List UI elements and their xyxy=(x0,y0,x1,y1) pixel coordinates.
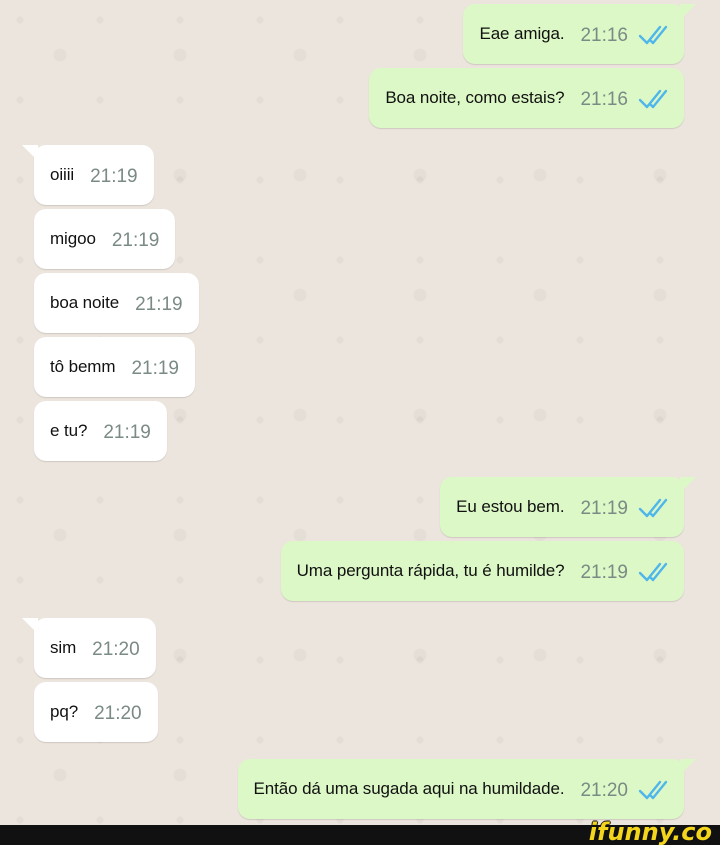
double-check-read-icon xyxy=(638,25,668,45)
message-time: 21:20 xyxy=(94,703,142,724)
message-outgoing[interactable]: Eu estou bem. 21:19 xyxy=(440,477,696,537)
message-time: 21:19 xyxy=(580,562,628,583)
message-incoming[interactable]: e tu? 21:19 xyxy=(34,401,167,461)
bubble-tail xyxy=(680,4,696,20)
message-incoming[interactable]: boa noite 21:19 xyxy=(34,273,199,333)
chat-background: Eae amiga. 21:16 Boa noite, como estais?… xyxy=(0,0,720,825)
bubble-tail xyxy=(22,618,38,634)
message-text: Então dá uma sugada aqui na humildade. xyxy=(253,779,565,798)
message-text: Boa noite, como estais? xyxy=(385,88,565,107)
message-time: 21:19 xyxy=(90,166,138,187)
message-incoming[interactable]: migoo 21:19 xyxy=(34,209,176,269)
message-outgoing[interactable]: Boa noite, como estais? 21:16 xyxy=(369,68,684,128)
message-text: Eae amiga. xyxy=(479,24,565,43)
message-text: boa noite xyxy=(50,293,120,312)
message-text: Uma pergunta rápida, tu é humilde? xyxy=(296,561,565,580)
double-check-read-icon xyxy=(638,780,668,800)
message-incoming[interactable]: oiiii 21:19 xyxy=(22,145,154,205)
bubble-tail xyxy=(22,145,38,161)
message-incoming[interactable]: pq? 21:20 xyxy=(34,682,158,742)
message-text: e tu? xyxy=(50,421,88,440)
message-time: 21:19 xyxy=(135,294,183,315)
bubble-tail xyxy=(680,759,696,775)
message-text: oiiii xyxy=(50,165,75,184)
message-time: 21:19 xyxy=(103,422,151,443)
message-time: 21:19 xyxy=(111,230,160,251)
message-outgoing[interactable]: Então dá uma sugada aqui na humildade. 2… xyxy=(237,759,696,819)
message-time: 21:19 xyxy=(131,358,179,379)
message-time: 21:16 xyxy=(580,89,628,110)
ifunny-watermark: ifunny.co xyxy=(588,818,712,845)
message-text: Eu estou bem. xyxy=(456,497,565,516)
message-text: pq? xyxy=(50,702,79,721)
double-check-read-icon xyxy=(638,562,668,582)
message-text: sim xyxy=(50,638,77,657)
message-incoming[interactable]: tô bemm 21:19 xyxy=(34,337,195,397)
message-incoming[interactable]: sim 21:20 xyxy=(22,618,156,678)
double-check-read-icon xyxy=(638,89,668,109)
bubble-tail xyxy=(680,477,696,493)
message-time: 21:19 xyxy=(580,498,628,519)
message-outgoing[interactable]: Uma pergunta rápida, tu é humilde? 21:19 xyxy=(280,541,684,601)
message-time: 21:20 xyxy=(92,639,140,660)
double-check-read-icon xyxy=(638,498,668,518)
message-text: migoo xyxy=(50,229,96,248)
message-time: 21:20 xyxy=(580,780,628,801)
message-time: 21:16 xyxy=(580,25,628,46)
message-text: tô bemm xyxy=(50,357,116,376)
message-outgoing[interactable]: Eae amiga. 21:16 xyxy=(463,4,696,64)
